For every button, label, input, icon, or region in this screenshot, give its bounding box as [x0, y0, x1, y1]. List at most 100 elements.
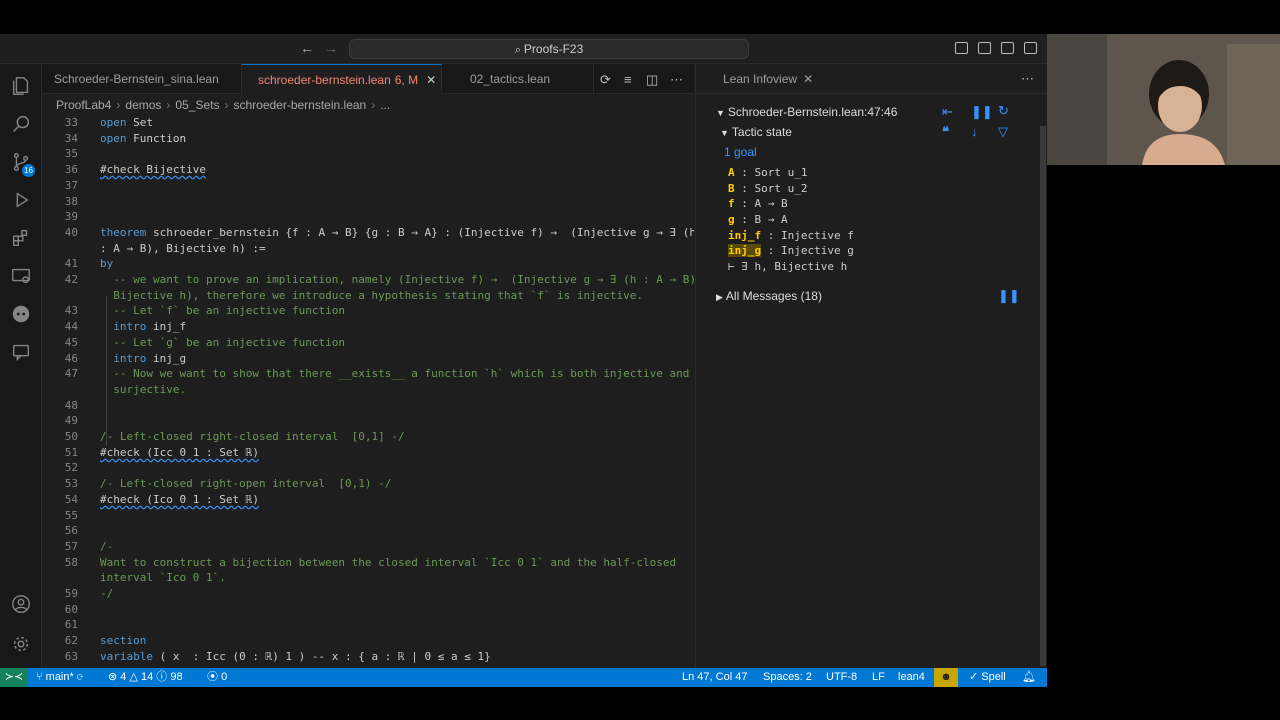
- code-line: #check (Icc 0 1 : Set ℝ): [100, 445, 259, 459]
- warning-icon: △: [126, 671, 141, 683]
- indentation[interactable]: Spaces: 2: [763, 668, 812, 687]
- goal-target: ⊢ ∃ h, Bijective h: [728, 260, 848, 273]
- tab-schroeder-bernstein-sina[interactable]: Schroeder-Bernstein_sina.lean: [42, 64, 242, 94]
- cursor-position[interactable]: Ln 47, Col 47: [682, 668, 747, 687]
- end-of-line[interactable]: LF: [872, 668, 885, 687]
- run-debug-icon[interactable]: [0, 182, 42, 218]
- extensions-icon[interactable]: [0, 220, 42, 256]
- breadcrumb-item[interactable]: 05_Sets: [175, 98, 219, 112]
- code-line: -- Let `f` be an injective function: [100, 304, 346, 318]
- branch-indicator[interactable]: ⑂ main* ⟳: [36, 668, 83, 687]
- line-number: 55: [64, 508, 78, 522]
- breadcrumb: ProofLab4 › demos › 05_Sets › schroeder-bernst…: [56, 98, 391, 112]
- tactic-state-header[interactable]: ▼ Tactic state: [720, 125, 792, 139]
- all-messages-label: All Messages (18): [725, 289, 822, 303]
- breadcrumb-item[interactable]: ...: [380, 98, 390, 112]
- infoview-tab-label: Lean Infoview: [723, 72, 798, 86]
- code-line: open Set: [100, 116, 153, 129]
- toggle-panel-icon[interactable]: [978, 42, 991, 54]
- github-icon[interactable]: [0, 296, 42, 332]
- spell-check[interactable]: ✓ Spell: [969, 668, 1006, 687]
- copilot-icon[interactable]: ☻: [934, 668, 958, 687]
- tactic-state-label: Tactic state: [731, 125, 792, 139]
- line-number: 45: [64, 335, 78, 349]
- toggle-sidebar-icon[interactable]: [955, 42, 968, 54]
- collapsed-triangle-icon: ▶: [716, 292, 723, 302]
- language-mode[interactable]: lean4: [898, 668, 925, 687]
- search-icon: ⌕: [514, 44, 521, 56]
- toggle-secondary-sidebar-icon[interactable]: [1001, 42, 1014, 54]
- code-editor[interactable]: 33 open Set 34 open Function 35 36 #check Bije…: [42, 116, 694, 668]
- settings-gear-icon[interactable]: [0, 626, 42, 662]
- all-messages-header[interactable]: ▶ All Messages (18): [716, 289, 822, 303]
- line-number: 35: [64, 147, 78, 161]
- line-number: 40: [64, 225, 78, 239]
- breadcrumb-item[interactable]: schroeder-bernstein.lean: [233, 98, 366, 112]
- arrow-down-icon[interactable]: ↓: [971, 124, 978, 139]
- breadcrumb-item[interactable]: ProofLab4: [56, 98, 111, 112]
- line-number: 37: [64, 178, 78, 192]
- scm-count-badge: 16: [22, 164, 35, 177]
- code-line: theorem schroeder_bernstein {f : A → B} …: [100, 225, 694, 239]
- goal-location-header[interactable]: ▼ Schroeder-Bernstein.lean:47:46: [716, 105, 897, 119]
- infoview-scrollbar[interactable]: [1040, 126, 1046, 666]
- line-number: 61: [64, 618, 78, 632]
- error-icon: ⊗: [108, 671, 121, 683]
- back-arrow-icon[interactable]: ←: [300, 40, 314, 56]
- source-control-icon[interactable]: 16: [0, 144, 42, 180]
- tab-schroeder-bernstein[interactable]: schroeder-bernstein.lean 6, M ✕: [242, 64, 442, 94]
- pause-icon[interactable]: ❚❚: [971, 104, 993, 120]
- status-bar: ≻≺ ⑂ main* ⟳ ⊗ 4 △ 14 ⓘ 98 ⦿ 0 Ln 47, Co…: [0, 668, 1047, 687]
- problems-indicator[interactable]: ⊗ 4 △ 14 ⓘ 98: [108, 668, 183, 687]
- line-number: 53: [64, 477, 78, 491]
- explorer-icon[interactable]: [0, 68, 42, 104]
- tab-label: 02_tactics.lean: [470, 72, 551, 86]
- hypothesis: g : B → A: [728, 213, 788, 226]
- encoding[interactable]: UTF-8: [826, 668, 857, 687]
- code-line: Bijective h), therefore we introduce a h…: [100, 288, 644, 302]
- command-center-label: Proofs-F23: [523, 42, 584, 56]
- command-center[interactable]: ⌕ Proofs-F23: [349, 39, 749, 59]
- line-number: 57: [64, 539, 78, 553]
- more-actions-icon[interactable]: ⋯: [1021, 71, 1034, 87]
- refresh-icon[interactable]: ↻: [998, 103, 1009, 119]
- restart-file-icon[interactable]: ⟳: [600, 72, 611, 88]
- expanded-triangle-icon: ▼: [720, 128, 729, 138]
- remote-indicator-icon[interactable]: ≻≺: [0, 668, 28, 687]
- filter-icon[interactable]: ▽: [998, 124, 1008, 140]
- hypothesis: f : A → B: [728, 197, 788, 210]
- hypothesis: inj_f : Injective f: [728, 229, 854, 242]
- comments-icon[interactable]: [0, 334, 42, 370]
- line-number: 33: [64, 116, 78, 129]
- ports-indicator[interactable]: ⦿ 0: [207, 668, 227, 687]
- pause-icon[interactable]: ❚❚: [998, 288, 1020, 304]
- line-number: 49: [64, 414, 78, 428]
- line-number: 50: [64, 430, 78, 443]
- expanded-triangle-icon: ▼: [716, 108, 725, 118]
- infoview-toggle-icon[interactable]: ≡: [624, 72, 632, 87]
- reveal-location-icon[interactable]: ⇤: [942, 104, 953, 120]
- remote-explorer-icon[interactable]: [0, 258, 42, 294]
- tab-02-tactics[interactable]: 02_tactics.lean: [442, 64, 594, 94]
- line-number: 38: [64, 194, 78, 208]
- close-icon[interactable]: ✕: [803, 72, 813, 86]
- infoview-tab[interactable]: Lean Infoview ✕: [696, 64, 1047, 94]
- quote-icon[interactable]: ❝: [942, 124, 949, 140]
- hypothesis: B : Sort u_2: [728, 182, 808, 195]
- customize-layout-icon[interactable]: [1024, 42, 1037, 54]
- code-line: #check (Ico 0 1 : Set ℝ): [100, 492, 259, 506]
- account-icon[interactable]: [0, 586, 42, 622]
- breadcrumb-item[interactable]: demos: [125, 98, 161, 112]
- line-number: 39: [64, 210, 78, 224]
- close-icon[interactable]: ✕: [426, 73, 436, 87]
- search-icon[interactable]: [0, 106, 42, 142]
- line-number: 34: [64, 131, 78, 145]
- sync-icon[interactable]: ⟳: [74, 671, 84, 683]
- forward-arrow-icon[interactable]: →: [324, 40, 338, 56]
- notifications-bell-icon[interactable]: 🔔︎: [1022, 668, 1036, 687]
- code-line: -/: [100, 587, 114, 600]
- code-line: interval `Ico 0 1`.: [100, 571, 226, 585]
- line-number: 48: [64, 398, 78, 412]
- more-actions-icon[interactable]: ⋯: [670, 72, 683, 88]
- split-editor-icon[interactable]: ◫: [646, 72, 658, 88]
